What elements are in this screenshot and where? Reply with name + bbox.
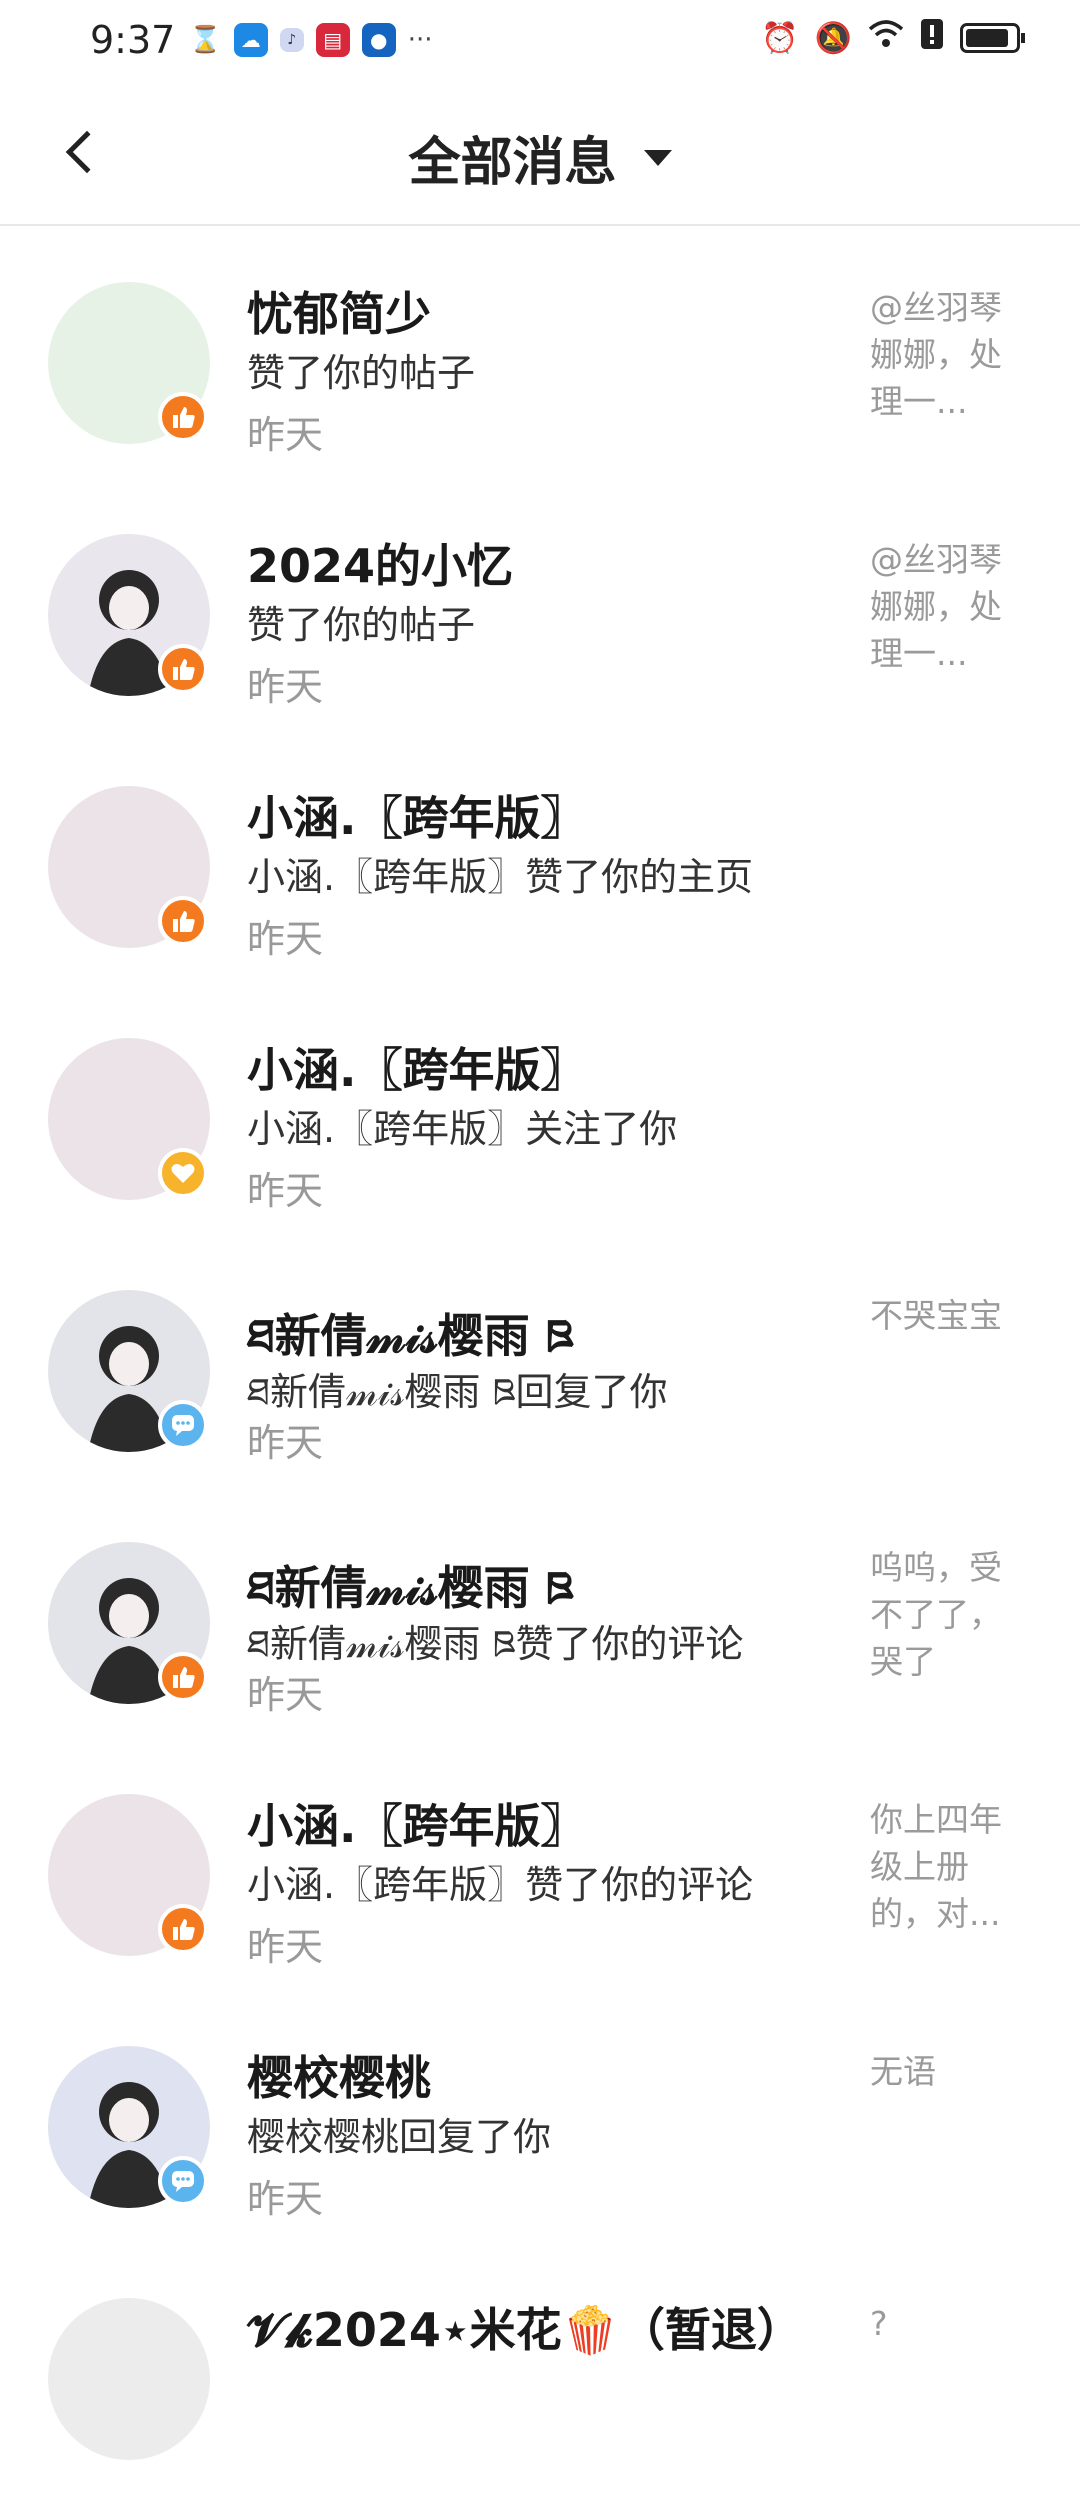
message-time: 昨天 (247, 413, 324, 457)
sender-name: 小涵.〖跨年版〗 (247, 1043, 587, 1097)
message-time: 昨天 (247, 1421, 324, 1465)
more-dots-icon: ··· (407, 25, 433, 55)
message-preview: 无语 (870, 2052, 936, 2091)
mute-bell-icon: 🔕 (814, 20, 852, 56)
thumbs-up-icon (173, 407, 195, 428)
follow-badge (158, 1148, 208, 1198)
message-action: 小涵.〖跨年版〗关注了你 (247, 1107, 678, 1151)
message-action: 小涵.〖跨年版〗赞了你的主页 (247, 855, 754, 899)
message-item[interactable]: 小涵.〖跨年版〗 小涵.〖跨年版〗赞了你的主页 昨天 (0, 730, 1080, 982)
heart-icon (171, 1164, 195, 1183)
message-list: 忧郁简少 赞了你的帖子 昨天 @丝羽琴娜娜，处理一... 2024的小忆 赞了你… (0, 226, 1080, 2494)
sim-alert-icon (920, 18, 944, 58)
message-item[interactable]: 小涵.〖跨年版〗 小涵.〖跨年版〗关注了你 昨天 (0, 982, 1080, 1234)
status-bar: 9:37 ⌛ ☁ ♪ ▤ ● ··· ⏰ 🔕 (0, 0, 1080, 80)
message-preview: 你上四年级上册的，对... (870, 1800, 1002, 1933)
message-action: 赞了你的帖子 (247, 351, 476, 395)
thumbs-up-icon (173, 1667, 195, 1688)
wifi-icon (868, 19, 904, 57)
like-badge (158, 644, 208, 694)
message-item[interactable]: ཐ新倩𝓂𝒾𝓈樱雨 ཋ ཐ新倩𝓂𝒾𝓈樱雨 ཋ赞了你的评论 昨天 呜呜，受不了了，哭… (0, 1486, 1080, 1738)
message-action: 赞了你的帖子 (247, 603, 476, 647)
like-badge (158, 392, 208, 442)
message-preview: @丝羽琴娜娜，处理一... (870, 540, 1002, 673)
message-preview: 呜呜，受不了了，哭了 (870, 1548, 1002, 1681)
message-time: 昨天 (247, 2177, 324, 2221)
message-action: 小涵.〖跨年版〗赞了你的评论 (247, 1863, 754, 1907)
thumbs-up-icon (173, 1919, 195, 1940)
sender-name: 忧郁简少 (247, 287, 431, 341)
hourglass-icon: ⌛ (189, 25, 222, 55)
message-item[interactable]: 2024的小忆 赞了你的帖子 昨天 @丝羽琴娜娜，处理一... (0, 478, 1080, 730)
message-item[interactable]: 樱校樱桃 樱校樱桃回复了你 昨天 无语 (0, 1990, 1080, 2242)
alarm-icon: ⏰ (761, 20, 799, 56)
message-item[interactable]: ཐ新倩𝓂𝒾𝓈樱雨 ཋ ཐ新倩𝓂𝒾𝓈樱雨 ཋ回复了你 昨天 不哭宝宝 (0, 1234, 1080, 1486)
sender-name: 小涵.〖跨年版〗 (247, 1799, 587, 1853)
thumbs-up-icon (173, 659, 195, 680)
avatar[interactable] (48, 2298, 210, 2460)
chat-bubble-icon (172, 2171, 194, 2192)
message-time: 昨天 (247, 665, 324, 709)
message-time: 昨天 (247, 1673, 324, 1717)
message-item[interactable]: 𝓥𝓴2024⋆米花🍿（暂退） ? (0, 2242, 1080, 2494)
page-title: 全部消息 (408, 133, 617, 193)
weather-app-icon: ☁ (233, 23, 268, 57)
like-badge (158, 1904, 208, 1954)
message-item[interactable]: 小涵.〖跨年版〗 小涵.〖跨年版〗赞了你的评论 昨天 你上四年级上册的，对... (0, 1738, 1080, 1990)
header: 全部消息 (0, 80, 1080, 226)
like-badge (158, 1652, 208, 1702)
message-time: 昨天 (247, 917, 324, 961)
sender-name: 𝓥𝓴2024⋆米花🍿（暂退） (247, 2303, 803, 2357)
caret-down-icon (643, 149, 672, 166)
battery-icon (960, 23, 1025, 53)
message-time: 昨天 (247, 1925, 324, 1969)
reply-badge (158, 1400, 208, 1450)
notification-icons: ⌛ ☁ ♪ ▤ ● ··· (189, 23, 433, 57)
book-app-icon: ▤ (315, 23, 350, 57)
sender-name: 小涵.〖跨年版〗 (247, 791, 587, 845)
tips-app-icon: ● (361, 23, 396, 57)
message-preview: 不哭宝宝 (870, 1296, 1002, 1335)
like-badge (158, 896, 208, 946)
message-preview: @丝羽琴娜娜，处理一... (870, 288, 1002, 421)
sender-name: 樱校樱桃 (247, 2051, 431, 2105)
music-app-icon: ♪ (279, 28, 304, 52)
thumbs-up-icon (173, 911, 195, 932)
message-item[interactable]: 忧郁简少 赞了你的帖子 昨天 @丝羽琴娜娜，处理一... (0, 226, 1080, 478)
title-dropdown[interactable]: 全部消息 (0, 120, 1080, 195)
reply-badge (158, 2156, 208, 2206)
system-icons: ⏰ 🔕 (761, 18, 1025, 58)
status-time: 9:37 (90, 18, 176, 62)
message-action: 樱校樱桃回复了你 (247, 2115, 552, 2159)
chat-bubble-icon (172, 1415, 194, 1436)
sender-name: 2024的小忆 (247, 539, 514, 593)
message-time: 昨天 (247, 1169, 324, 1213)
